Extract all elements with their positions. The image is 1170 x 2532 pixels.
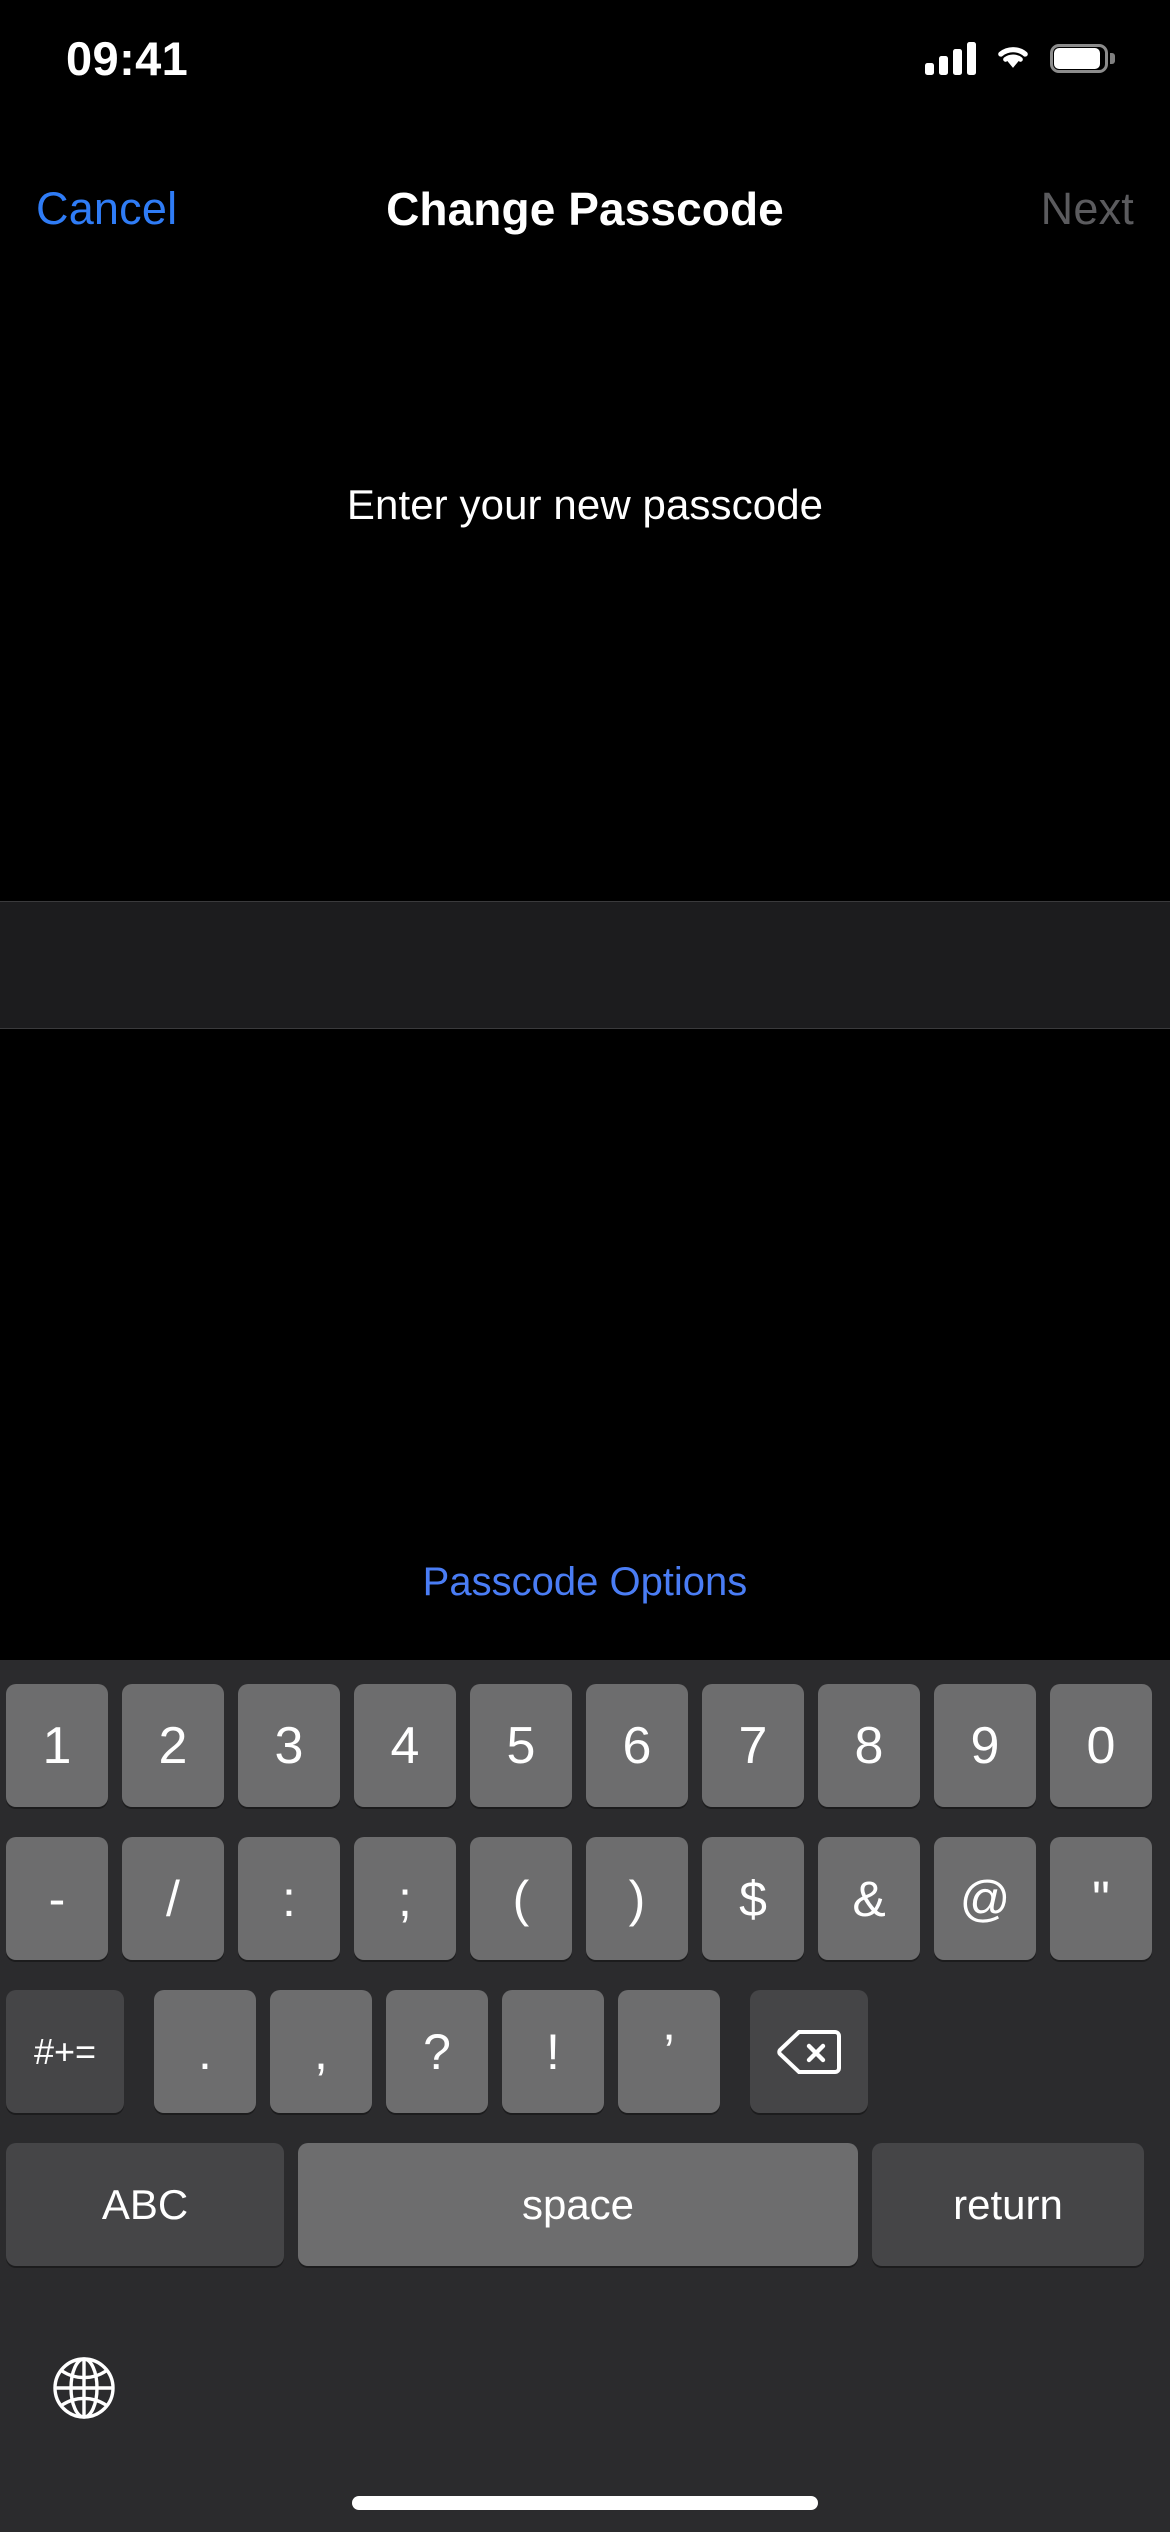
iphone-screen: 09:41 Cancel Change Passcode Next Enter … [0,0,1170,2532]
key-1[interactable]: 1 [6,1684,108,1807]
key-9[interactable]: 9 [934,1684,1036,1807]
key-8[interactable]: 8 [818,1684,920,1807]
status-bar: 09:41 [0,0,1170,98]
key-quote[interactable]: " [1050,1837,1152,1960]
key-dollar[interactable]: $ [702,1837,804,1960]
key-at[interactable]: @ [934,1837,1036,1960]
key-semicolon[interactable]: ; [354,1837,456,1960]
return-key[interactable]: return [872,2143,1144,2266]
keyboard-row-bottom: ABC space return [0,2143,1170,2266]
status-bar-icons [925,40,1115,77]
key-3[interactable]: 3 [238,1684,340,1807]
keyboard-row-punctuation: #+= . , ? ! ’ [0,1990,1170,2113]
key-question-mark[interactable]: ? [386,1990,488,2113]
key-0[interactable]: 0 [1050,1684,1152,1807]
key-7[interactable]: 7 [702,1684,804,1807]
abc-key[interactable]: ABC [6,2143,284,2266]
passcode-field-container[interactable] [0,901,1170,1029]
page-title: Change Passcode [386,183,784,235]
battery-icon [1050,43,1115,73]
globe-language-icon[interactable] [46,2350,122,2426]
next-button[interactable]: Next [1041,165,1134,253]
key-period[interactable]: . [154,1990,256,2113]
keyboard-row-numbers: 1 2 3 4 5 6 7 8 9 0 [0,1684,1170,1807]
key-open-paren[interactable]: ( [470,1837,572,1960]
key-close-paren[interactable]: ) [586,1837,688,1960]
key-exclamation-mark[interactable]: ! [502,1990,604,2113]
cellular-signal-icon [925,41,976,75]
key-slash[interactable]: / [122,1837,224,1960]
key-4[interactable]: 4 [354,1684,456,1807]
keyboard-row-symbols: - / : ; ( ) $ & @ " [0,1837,1170,1960]
on-screen-keyboard: 1 2 3 4 5 6 7 8 9 0 - / : ; ( ) $ & @ " … [0,1660,1170,2532]
key-comma[interactable]: , [270,1990,372,2113]
passcode-prompt-text: Enter your new passcode [346,481,824,528]
home-indicator[interactable] [352,2496,818,2510]
key-colon[interactable]: : [238,1837,340,1960]
symbols-shift-key[interactable]: #+= [6,1990,124,2113]
key-6[interactable]: 6 [586,1684,688,1807]
key-2[interactable]: 2 [122,1684,224,1807]
backspace-delete-icon[interactable] [750,1990,868,2113]
passcode-input[interactable] [0,902,1170,1028]
space-key[interactable]: space [298,2143,858,2266]
key-5[interactable]: 5 [470,1684,572,1807]
wifi-icon [992,40,1034,77]
key-hyphen[interactable]: - [6,1837,108,1960]
key-ampersand[interactable]: & [818,1837,920,1960]
passcode-options-button[interactable]: Passcode Options [0,1552,1170,1612]
key-apostrophe[interactable]: ’ [618,1990,720,2113]
navigation-bar: Cancel Change Passcode Next [0,165,1170,253]
status-bar-time: 09:41 [66,31,189,85]
